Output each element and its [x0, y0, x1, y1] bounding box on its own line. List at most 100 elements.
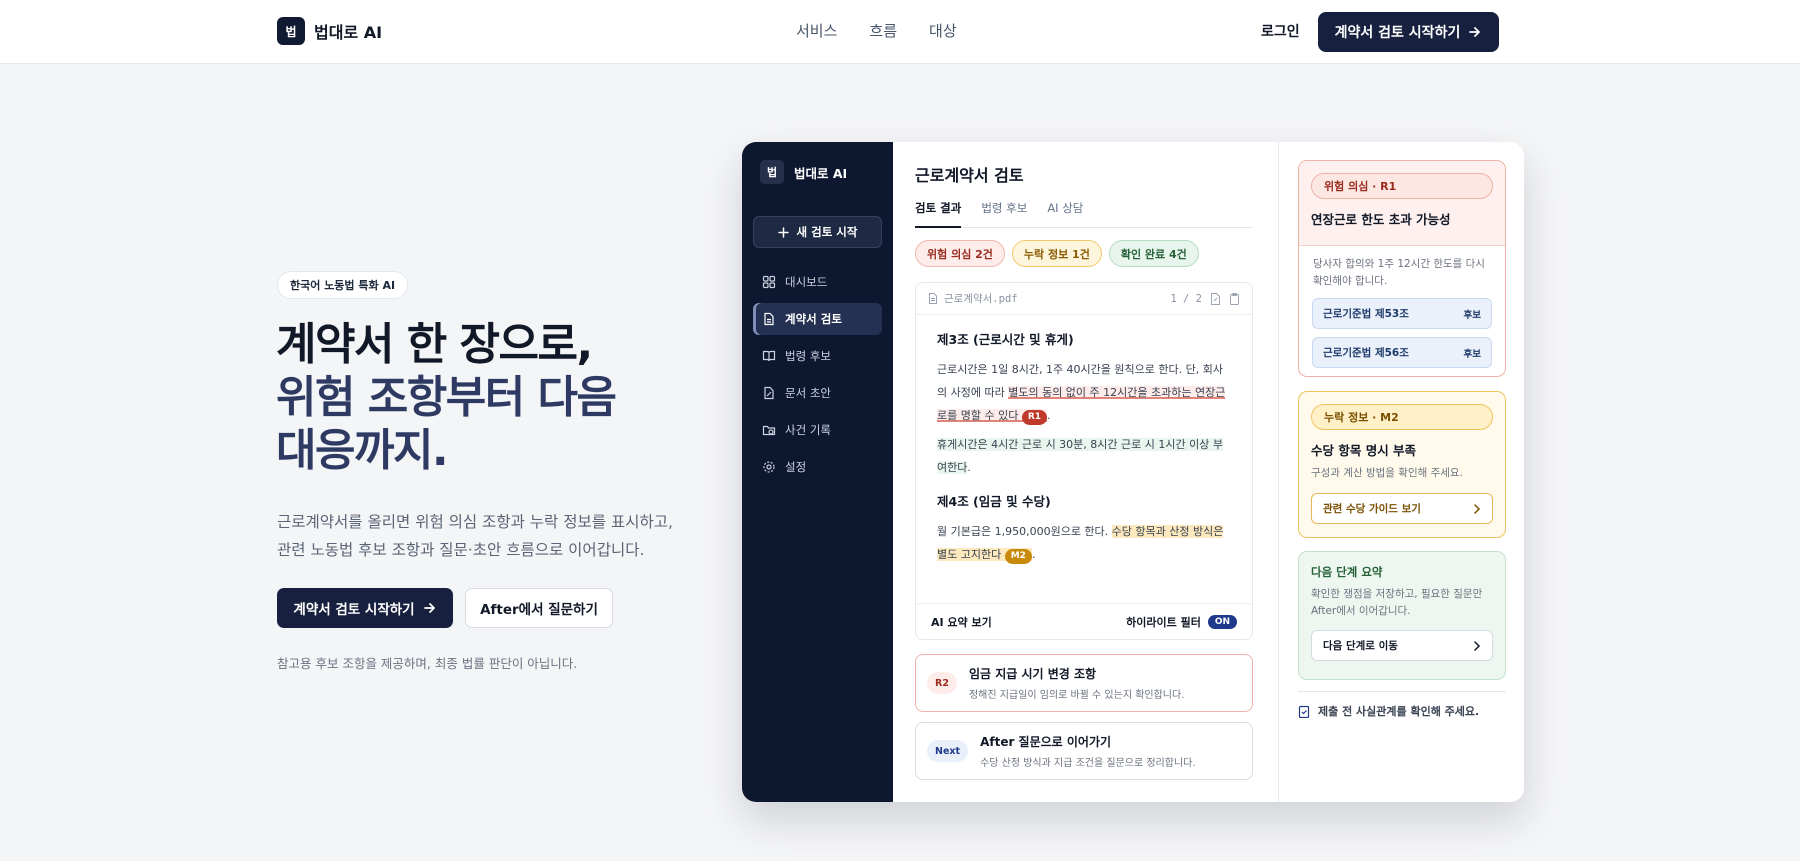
start-review-label: 계약서 검토 시작하기	[1334, 25, 1461, 41]
status-summary: 위험 의심 2건 누락 정보 1건 확인 완료 4건	[915, 240, 1199, 267]
nav-link-flow[interactable]: 흐름	[869, 20, 897, 41]
confirmed-count-badge[interactable]: 확인 완료 4건	[1108, 240, 1199, 267]
paragraph-text: .	[1047, 409, 1051, 422]
tab-law-candidates[interactable]: 법령 후보	[981, 200, 1027, 228]
next-card-badge: Next	[927, 740, 969, 762]
document-content: 제3조 (근로시간 및 휴게) 근로시간은 1일 8시간, 1주 40시간을 원…	[916, 315, 1252, 566]
nav-link-target[interactable]: 대상	[929, 20, 957, 41]
arrow-right-icon	[1469, 27, 1481, 37]
missing-detail-title: 수당 항목 명시 부족	[1311, 443, 1417, 458]
missing-count-badge[interactable]: 누락 정보 1건	[1011, 240, 1102, 267]
section-title-article-3: 제3조 (근로시간 및 휴게)	[937, 332, 1074, 347]
next-step-summary-card: 다음 단계 요약 확인한 쟁점을 저장하고, 필요한 질문만 After에서 이…	[1298, 551, 1506, 680]
tab-ai-consult[interactable]: AI 상담	[1047, 200, 1083, 228]
brand-mark: 법	[277, 17, 305, 45]
section-title-article-4: 제4조 (임금 및 수당)	[937, 494, 1051, 509]
highlight-filter-label: 하이라이트 필터	[1126, 615, 1201, 629]
document-filename-text: 근로계약서.pdf	[944, 293, 1018, 305]
paragraph-text: .	[1031, 548, 1036, 561]
law-candidate-name: 근로기준법 제56조	[1323, 347, 1409, 359]
document-icon	[764, 312, 774, 326]
fact-check-note-text: 제출 전 사실관계를 확인해 주세요.	[1318, 705, 1480, 718]
paragraph-text: .	[967, 461, 971, 474]
highlight-filter: 하이라이트 필터 ON	[1126, 614, 1237, 630]
law-candidate-tag: 후보	[1463, 348, 1481, 360]
ai-summary-link[interactable]: AI 요약 보기	[931, 614, 992, 630]
hero-badge: 한국어 노동법 특화 AI	[277, 271, 409, 299]
brand-name: 법대로 AI	[314, 23, 383, 42]
new-review-label: 새 검토 시작	[796, 225, 858, 239]
risk-card-r2[interactable]: R2 임금 지급 시기 변경 조항 정해진 지급일이 임의로 바뀔 수 있는지 …	[915, 654, 1253, 712]
risk-chip: 위험 의심 · R1	[1311, 173, 1493, 199]
allowance-guide-label: 관련 수당 가이드 보기	[1323, 503, 1421, 515]
sidebar-brand-name: 법대로 AI	[794, 165, 848, 181]
app-sidebar: 법 법대로 AI 새 검토 시작 대시보드 계약서 검토 법령 후보 문서 초안	[742, 142, 893, 802]
sidebar-item-law-candidates[interactable]: 법령 후보	[753, 340, 882, 372]
chevron-right-icon	[1474, 503, 1481, 514]
hero-title-line-1: 계약서 한 장으로,	[276, 319, 593, 370]
law-candidate-item[interactable]: 근로기준법 제53조 후보	[1312, 298, 1492, 329]
sidebar-item-contract-review[interactable]: 계약서 검토	[753, 303, 882, 335]
go-next-step-label: 다음 단계로 이동	[1323, 640, 1398, 652]
allowance-guide-button[interactable]: 관련 수당 가이드 보기	[1311, 493, 1493, 524]
sidebar-item-label: 대시보드	[785, 275, 828, 289]
hero-title-line-3: 대응까지.	[276, 425, 449, 476]
law-candidate-tag: 후보	[1463, 309, 1481, 321]
missing-detail-description: 구성과 계산 방법을 확인해 주세요.	[1311, 467, 1463, 479]
risk-detail-description: 당사자 합의와 1주 12시간 한도를 다시 확인해야 합니다.	[1313, 258, 1485, 287]
next-step-summary-description: 확인한 쟁점을 저장하고, 필요한 질문만 After에서 이어갑니다.	[1311, 588, 1483, 617]
risk-detail-card: 위험 의심 · R1 연장근로 한도 초과 가능성 당사자 합의와 1주 12시…	[1298, 160, 1506, 377]
grid-icon	[762, 275, 776, 289]
brand-logo[interactable]: 법 법대로 AI	[277, 17, 382, 45]
review-tabs: 검토 결과 법령 후보 AI 상담	[915, 200, 1253, 228]
confirmed-highlight[interactable]: 휴게시간은 4시간 근로 시 30분, 8시간 근로 시 1시간 이상 부여한다	[937, 438, 1223, 474]
sidebar-item-case-records[interactable]: 사건 기록	[753, 414, 882, 446]
paragraph-wages: 월 기본급은 1,950,000원으로 한다. 수당 항목과 산정 방식은 별도…	[937, 520, 1231, 566]
next-card-text: After 질문으로 이어가기 수당 산정 방식과 지급 조건을 질문으로 정리…	[980, 733, 1195, 769]
paragraph-text: 월 기본급은 1,950,000원으로 한다.	[937, 525, 1112, 538]
risk-tag-r1: R1	[1021, 410, 1048, 425]
next-step-card[interactable]: Next After 질문으로 이어가기 수당 산정 방식과 지급 조건을 질문…	[915, 722, 1253, 780]
clipboard-icon[interactable]	[1229, 292, 1240, 305]
sidebar-brand[interactable]: 법 법대로 AI	[760, 160, 847, 184]
contract-document-viewer: 근로계약서.pdf 1 / 2 제3조 (근로시간 및 휴게) 근로시간은 1일…	[915, 282, 1253, 640]
hero-ask-after-button[interactable]: After에서 질문하기	[465, 588, 613, 628]
tab-review-result[interactable]: 검토 결과	[915, 200, 962, 228]
law-candidate-name: 근로기준법 제53조	[1323, 308, 1409, 320]
next-card-description: 수당 산정 방식과 지급 조건을 질문으로 정리합니다.	[980, 758, 1196, 769]
next-step-summary-title: 다음 단계 요약	[1311, 565, 1383, 579]
hero-start-review-button[interactable]: 계약서 검토 시작하기	[277, 588, 453, 628]
hero-description: 근로계약서를 올리면 위험 의심 조항과 누락 정보를 표시하고, 관련 노동법…	[277, 508, 673, 564]
document-toolbar: 근로계약서.pdf 1 / 2	[916, 283, 1252, 315]
risk-detail-title: 연장근로 한도 초과 가능성	[1311, 212, 1451, 227]
new-review-button[interactable]: 새 검토 시작	[753, 216, 882, 248]
missing-detail-card: 누락 정보 · M2 수당 항목 명시 부족 구성과 계산 방법을 확인해 주세…	[1298, 391, 1506, 538]
login-link[interactable]: 로그인	[1261, 21, 1300, 41]
risk-detail-header: 위험 의심 · R1 연장근로 한도 초과 가능성	[1299, 161, 1505, 246]
chevron-right-icon	[1474, 640, 1481, 651]
risk-card-description: 정해진 지급일이 임의로 바뀔 수 있는지 확인합니다.	[968, 690, 1185, 701]
start-review-button[interactable]: 계약서 검토 시작하기	[1318, 12, 1499, 52]
sidebar-item-document-draft[interactable]: 문서 초안	[753, 377, 882, 409]
next-card-title: After 질문으로 이어가기	[980, 735, 1112, 749]
rail-divider	[1298, 691, 1506, 692]
hero-disclaimer: 참고용 후보 조항을 제공하며, 최종 법률 판단이 아닙니다.	[277, 656, 578, 671]
sidebar-item-label: 사건 기록	[785, 423, 831, 437]
book-icon	[762, 350, 776, 362]
fact-check-note: 제출 전 사실관계를 확인해 주세요.	[1298, 703, 1479, 719]
plus-icon	[777, 226, 789, 238]
highlight-filter-toggle[interactable]: ON	[1207, 614, 1237, 629]
risk-count-badge[interactable]: 위험 의심 2건	[915, 240, 1005, 267]
sidebar-item-label: 계약서 검토	[785, 312, 842, 326]
review-panel: 근로계약서 검토 검토 결과 법령 후보 AI 상담 위험 의심 2건 누락 정…	[893, 142, 1279, 802]
sidebar-item-dashboard[interactable]: 대시보드	[753, 266, 882, 298]
go-next-step-button[interactable]: 다음 단계로 이동	[1311, 630, 1493, 661]
risk-card-title: 임금 지급 시기 변경 조항	[968, 667, 1097, 681]
sidebar-item-settings[interactable]: 설정	[753, 451, 882, 483]
nav-link-service[interactable]: 서비스	[796, 20, 837, 41]
app-preview-window: 법 법대로 AI 새 검토 시작 대시보드 계약서 검토 법령 후보 문서 초안	[742, 142, 1524, 802]
file-export-icon[interactable]	[1210, 292, 1221, 305]
law-candidate-item[interactable]: 근로기준법 제56조 후보	[1312, 337, 1492, 368]
folder-clock-icon	[762, 425, 776, 436]
hero-description-line-1: 근로계약서를 올리면 위험 의심 조항과 누락 정보를 표시하고,	[277, 513, 673, 531]
